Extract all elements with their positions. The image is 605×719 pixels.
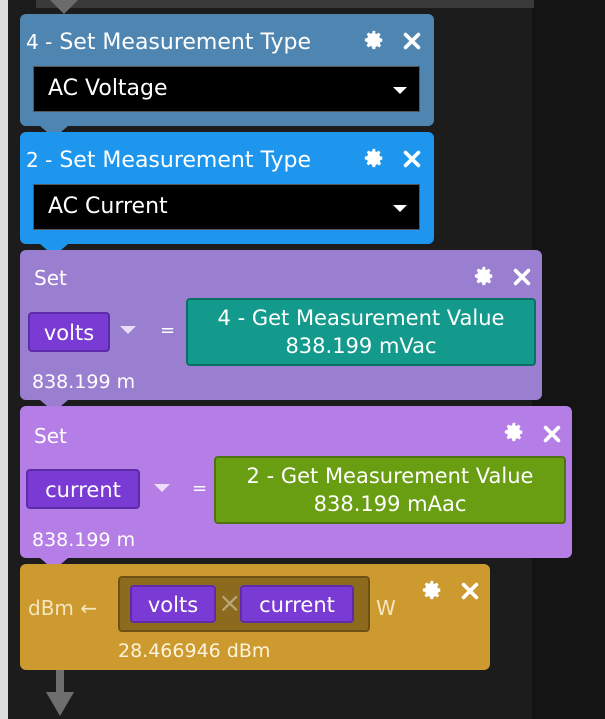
value-block-title: 2 - Get Measurement Value xyxy=(246,464,534,488)
multiply-icon: × xyxy=(218,586,242,619)
gear-icon[interactable] xyxy=(362,28,386,52)
value-block-title: 4 - Get Measurement Value xyxy=(217,306,505,330)
volts-variable-chip[interactable]: volts xyxy=(28,312,110,352)
current-variable-chip[interactable]: current xyxy=(26,469,140,509)
gear-icon[interactable] xyxy=(472,264,496,288)
dbm-block[interactable]: dBm ← volts × current W 28.466946 dBm xyxy=(20,564,490,670)
select-value: AC Voltage xyxy=(48,76,168,101)
get-measurement-value-block-2[interactable]: 2 - Get Measurement Value 838.199 mAac xyxy=(214,456,566,524)
equals-sign: = xyxy=(160,320,176,341)
close-icon[interactable] xyxy=(540,422,564,446)
gear-icon[interactable] xyxy=(362,146,386,170)
set-current-block[interactable]: Set current = 2 - Get Measurement Value … xyxy=(20,406,572,558)
dbm-label: dBm ← xyxy=(28,596,98,620)
previous-block-edge xyxy=(36,0,534,8)
flow-connector xyxy=(50,0,78,14)
get-measurement-value-block-4[interactable]: 4 - Get Measurement Value 838.199 mVac xyxy=(186,298,536,366)
block-number: 4 - xyxy=(26,30,53,54)
block-title-text: Set Measurement Type xyxy=(59,30,311,55)
result-value: 28.466946 dBm xyxy=(118,640,271,662)
select-value: AC Current xyxy=(48,194,168,219)
close-icon[interactable] xyxy=(400,29,424,53)
left-panel-edge xyxy=(0,0,8,719)
volts-variable-chip[interactable]: volts xyxy=(130,585,216,623)
block-title: 4 - Set Measurement Type xyxy=(26,30,311,55)
block-title: 2 - Set Measurement Type xyxy=(26,148,311,173)
chevron-down-icon[interactable] xyxy=(154,484,170,492)
multiply-expression[interactable]: volts × current xyxy=(118,576,370,632)
chevron-down-icon[interactable] xyxy=(120,326,136,334)
down-arrow-icon xyxy=(46,670,74,716)
chevron-down-icon xyxy=(393,205,407,212)
gear-icon[interactable] xyxy=(502,420,526,444)
set-label: Set xyxy=(34,424,67,448)
value-block-reading: 838.199 mAac xyxy=(313,492,467,516)
set-measurement-type-block-4[interactable]: 4 - Set Measurement Type AC Voltage xyxy=(20,14,434,126)
set-measurement-type-block-2[interactable]: 2 - Set Measurement Type AC Current xyxy=(20,132,434,244)
result-value: 838.199 m xyxy=(32,371,136,393)
block-number: 2 - xyxy=(26,148,53,172)
close-icon[interactable] xyxy=(510,265,534,289)
close-icon[interactable] xyxy=(400,147,424,171)
chevron-down-icon xyxy=(393,87,407,94)
measurement-type-select[interactable]: AC Voltage xyxy=(33,66,420,112)
set-label: Set xyxy=(34,266,67,290)
measurement-type-select[interactable]: AC Current xyxy=(33,184,420,230)
canvas-background xyxy=(532,0,605,719)
value-block-reading: 838.199 mVac xyxy=(285,334,437,358)
result-value: 838.199 m xyxy=(32,529,136,551)
gear-icon[interactable] xyxy=(420,578,444,602)
unit-label: W xyxy=(376,596,396,620)
block-title-text: Set Measurement Type xyxy=(59,148,311,173)
set-volts-block[interactable]: Set volts = 4 - Get Measurement Value 83… xyxy=(20,250,542,400)
equals-sign: = xyxy=(192,478,208,499)
close-icon[interactable] xyxy=(458,579,482,603)
current-variable-chip[interactable]: current xyxy=(240,585,354,623)
